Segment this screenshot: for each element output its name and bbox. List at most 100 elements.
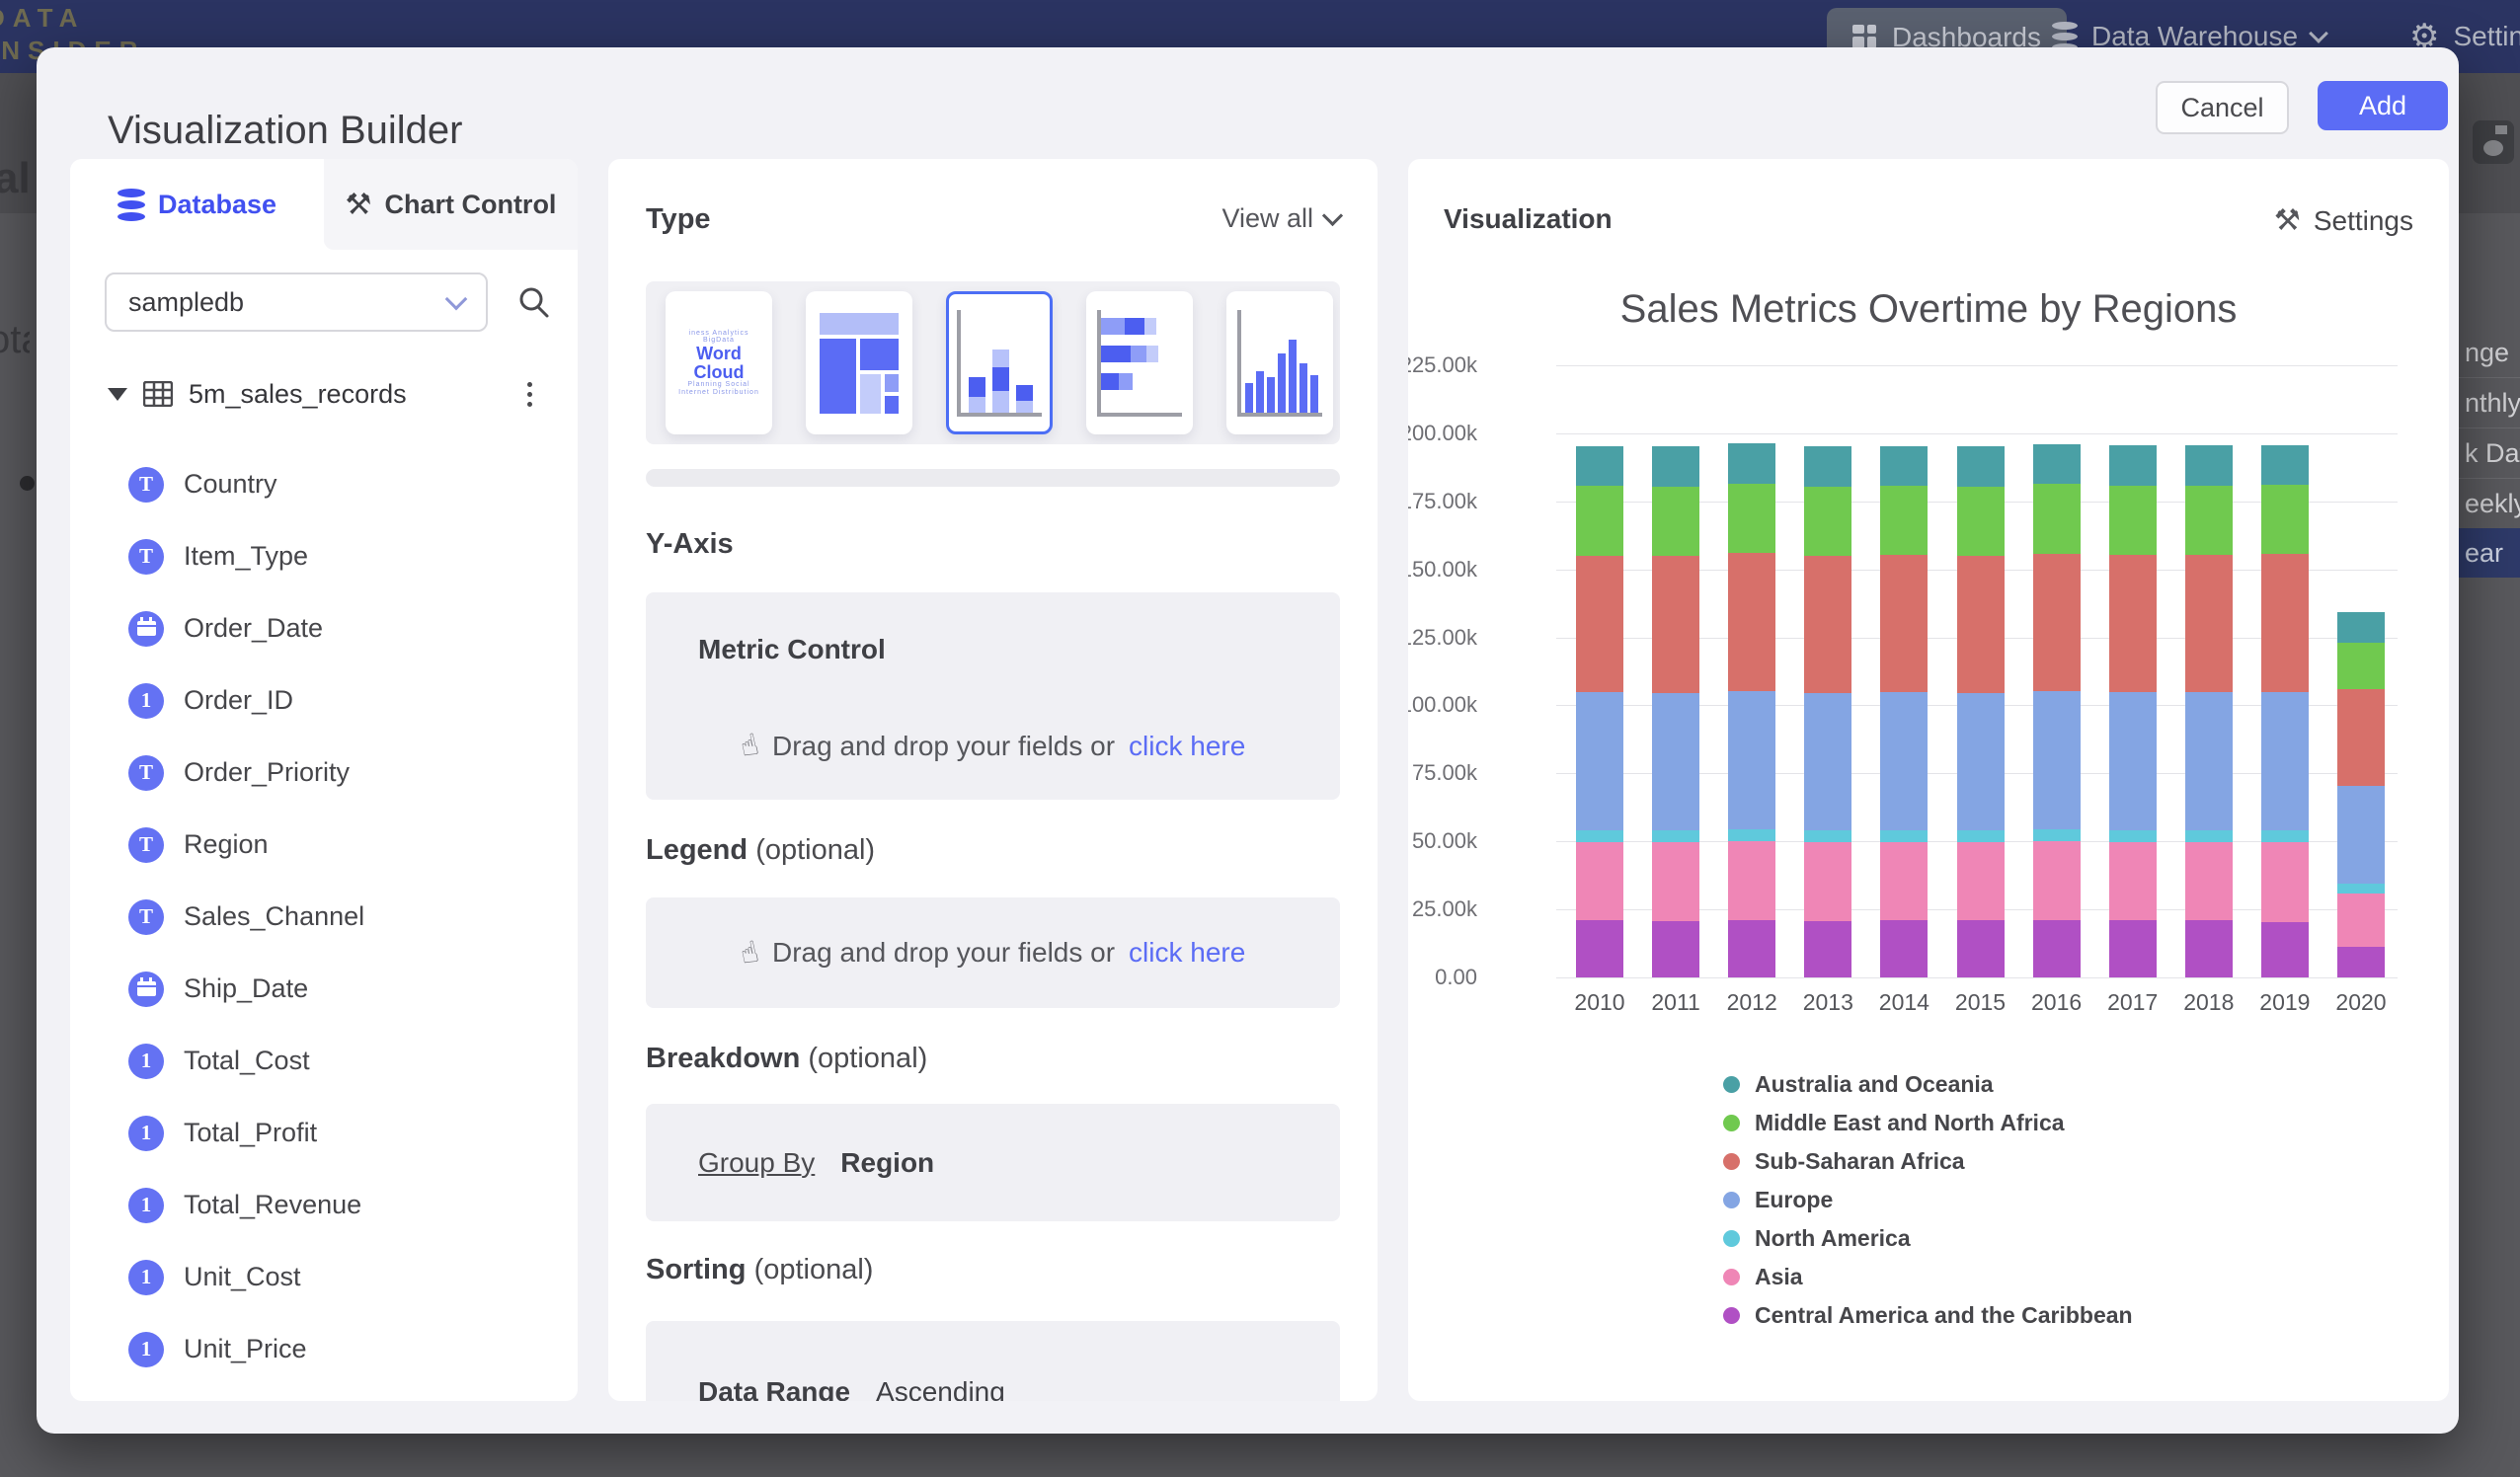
field-row[interactable]: 1Total_Profit	[128, 1097, 553, 1169]
legend-dot	[1723, 1076, 1740, 1093]
segment-europe	[1880, 692, 1928, 830]
field-row[interactable]: 1Order_ID	[128, 664, 553, 737]
legend-item: Sub-Saharan Africa	[1723, 1142, 2133, 1181]
sorting-row[interactable]: Data Range Ascending	[646, 1321, 1340, 1401]
legend-dropzone[interactable]: ☝ Drag and drop your fields or click her…	[646, 897, 1340, 1008]
text-field-icon: T	[128, 539, 164, 575]
breakdown-groupby-row[interactable]: Group By Region	[646, 1104, 1340, 1221]
metric-control-dropzone[interactable]: Metric Control ☝ Drag and drop your fiel…	[646, 592, 1340, 800]
group-by-label[interactable]: Group By	[698, 1147, 815, 1179]
stacked-bar-icon	[1097, 310, 1182, 417]
text-field-icon: T	[128, 467, 164, 503]
segment-australia-and-oceania	[1804, 446, 1851, 487]
click-here-link[interactable]: click here	[1129, 731, 1245, 762]
field-row[interactable]: TOrder_Priority	[128, 737, 553, 809]
segment-asia	[2261, 842, 2309, 922]
legend-dot	[1723, 1230, 1740, 1247]
segment-asia	[2109, 842, 2157, 921]
y-axis-tick-label: 125.00k	[1408, 625, 1477, 651]
chart-type-stacked-bar[interactable]	[1086, 291, 1193, 434]
legend-item: Australia and Oceania	[1723, 1065, 2133, 1104]
search-icon[interactable]	[515, 284, 551, 320]
segment-north-america	[1652, 830, 1699, 842]
segment-sub-saharan-africa	[2261, 554, 2309, 691]
stacked-column-icon	[957, 310, 1042, 417]
segment-central-america-and-the-caribbean	[1576, 920, 1623, 977]
segment-central-america-and-the-caribbean	[1880, 920, 1928, 977]
y-axis-tick-label: 200.00k	[1408, 421, 1477, 446]
field-row[interactable]: TSales_Channel	[128, 881, 553, 953]
breakdown-section-label: Breakdown (optional)	[646, 1043, 927, 1075]
tab-database[interactable]: Database	[70, 159, 324, 250]
segment-sub-saharan-africa	[1957, 556, 2005, 693]
segment-sub-saharan-africa	[1880, 555, 1928, 692]
segment-middle-east-and-north-africa	[2185, 486, 2233, 555]
save-icon[interactable]	[2473, 120, 2514, 164]
stacked-bar-2020	[2337, 612, 2385, 977]
gridline	[1556, 433, 2398, 434]
segment-australia-and-oceania	[1728, 443, 1775, 484]
legend-section-label: Legend (optional)	[646, 834, 875, 867]
chart-config-panel: Type View all iness AnalyticsBigDataWord…	[608, 159, 1378, 1401]
chart-type-treemap[interactable]	[806, 291, 912, 434]
add-button[interactable]: Add	[2318, 81, 2448, 130]
segment-middle-east-and-north-africa	[1576, 486, 1623, 555]
number-field-icon: 1	[128, 1260, 164, 1295]
field-name: Total_Cost	[184, 1046, 310, 1076]
x-axis-tick-label: 2018	[2170, 989, 2247, 1016]
x-axis-tick-label: 2011	[1637, 989, 1714, 1016]
type-strip-scrollbar[interactable]	[646, 469, 1340, 487]
field-row[interactable]: TRegion	[128, 809, 553, 881]
segment-middle-east-and-north-africa	[2337, 643, 2385, 689]
field-row[interactable]: 1Total_Revenue	[128, 1169, 553, 1241]
legend-label: Sub-Saharan Africa	[1755, 1148, 1965, 1175]
sorting-value: Ascending	[876, 1376, 1005, 1401]
number-field-icon: 1	[128, 683, 164, 719]
cancel-button[interactable]: Cancel	[2156, 81, 2289, 134]
database-select[interactable]: sampledb	[105, 272, 488, 332]
field-row[interactable]: Order_Date	[128, 592, 553, 664]
segment-europe	[2337, 786, 2385, 884]
chart-type-column[interactable]	[1226, 291, 1333, 434]
x-axis-tick-label: 2013	[1789, 989, 1866, 1016]
segment-central-america-and-the-caribbean	[1957, 920, 2005, 977]
segment-australia-and-oceania	[2261, 445, 2309, 486]
visualization-panel: Visualization ⚒ Settings Sales Metrics O…	[1408, 159, 2449, 1401]
field-row[interactable]: Ship_Date	[128, 953, 553, 1025]
field-row[interactable]: TItem_Type	[128, 520, 553, 592]
field-name: Order_Priority	[184, 757, 350, 788]
segment-australia-and-oceania	[2033, 444, 2081, 485]
segment-middle-east-and-north-africa	[1804, 487, 1851, 556]
x-axis-tick-label: 2019	[2246, 989, 2323, 1016]
view-all-button[interactable]: View all	[1221, 203, 1340, 234]
field-row[interactable]: TCountry	[128, 448, 553, 520]
chart-type-stacked-column[interactable]	[946, 291, 1053, 434]
segment-central-america-and-the-caribbean	[1728, 920, 1775, 977]
visualization-builder-modal: Visualization Builder Cancel Add Databas…	[37, 47, 2459, 1434]
segment-asia	[1728, 841, 1775, 920]
expand-caret-icon[interactable]	[108, 388, 127, 401]
visualization-settings-button[interactable]: ⚒ Settings	[2274, 203, 2413, 238]
kebab-menu-icon[interactable]	[517, 378, 542, 411]
field-row[interactable]: 1Total_Cost	[128, 1025, 553, 1097]
segment-europe	[2261, 692, 2309, 830]
chevron-down-icon	[445, 288, 468, 311]
metric-control-label: Metric Control	[698, 634, 886, 665]
table-tree-row[interactable]: 5m_sales_records	[108, 372, 542, 416]
sorting-key: Data Range	[698, 1376, 850, 1401]
tap-icon: ☝	[737, 934, 761, 972]
field-row[interactable]: 1Unit_Cost	[128, 1241, 553, 1313]
segment-sub-saharan-africa	[1576, 556, 1623, 693]
segment-north-america	[2033, 829, 2081, 841]
segment-sub-saharan-africa	[2185, 555, 2233, 692]
tab-chart-control[interactable]: ⚒ Chart Control	[324, 159, 578, 250]
field-row[interactable]: 1Unit_Price	[128, 1313, 553, 1385]
stacked-bar-2010	[1576, 446, 1623, 977]
x-axis-tick-label: 2015	[1942, 989, 2019, 1016]
segment-australia-and-oceania	[1652, 446, 1699, 487]
chart-type-word-cloud[interactable]: iness AnalyticsBigDataWordCloudPlanning …	[666, 291, 772, 434]
segment-australia-and-oceania	[1957, 446, 2005, 487]
click-here-link[interactable]: click here	[1129, 937, 1245, 969]
background-bullet	[20, 476, 35, 491]
tools-icon: ⚒	[346, 188, 372, 222]
